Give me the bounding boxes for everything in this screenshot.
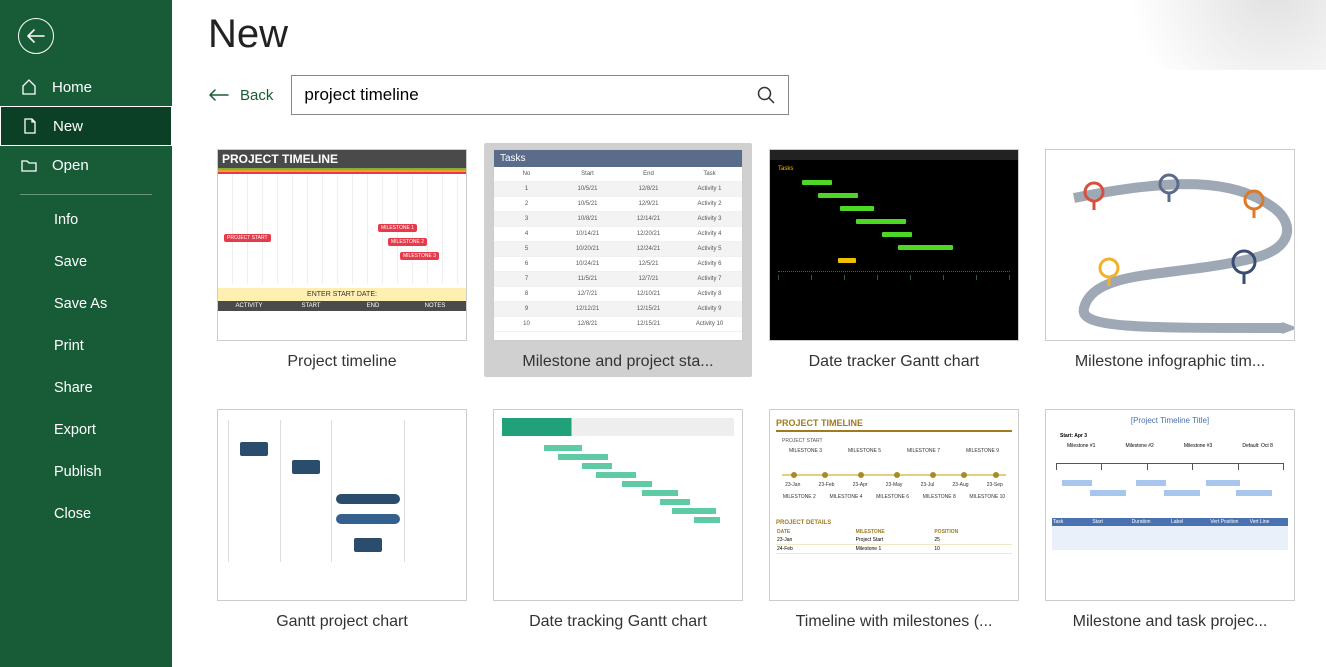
template-gantt-project-chart[interactable]: Gantt project chart <box>208 403 476 637</box>
template-milestone-infographic[interactable]: Milestone infographic tim... <box>1036 143 1304 377</box>
nav-open-label: Open <box>52 157 89 174</box>
template-label: Date tracker Gantt chart <box>809 353 980 371</box>
template-thumb: Tasks NoStartEndTask 110/5/2112/8/21Acti… <box>493 149 743 341</box>
template-date-tracker-gantt[interactable]: Tasks |||||||| Date tracker Gantt chart <box>760 143 1028 377</box>
template-thumb: Tasks |||||||| <box>769 149 1019 341</box>
back-link-label: Back <box>240 87 273 104</box>
template-thumb <box>1045 149 1295 341</box>
infographic-path-icon <box>1054 158 1295 341</box>
template-timeline-with-milestones[interactable]: PROJECT TIMELINE PROJECT START MILESTONE… <box>760 403 1028 637</box>
search-button[interactable] <box>752 81 780 109</box>
nav-save-as[interactable]: Save As <box>0 283 172 325</box>
template-label: Timeline with milestones (... <box>796 613 993 631</box>
home-icon <box>20 78 38 96</box>
template-grid: PROJECT TIMELINE PROJECT START MILESTONE… <box>208 143 1326 637</box>
nav-share[interactable]: Share <box>0 367 172 409</box>
nav-save[interactable]: Save <box>0 241 172 283</box>
template-thumb <box>217 409 467 601</box>
template-label: Milestone and task projec... <box>1073 613 1268 631</box>
template-thumb: [Project Timeline Title] Start: Apr 3 Mi… <box>1045 409 1295 601</box>
template-project-timeline[interactable]: PROJECT TIMELINE PROJECT START MILESTONE… <box>208 143 476 377</box>
back-link[interactable]: Back <box>208 87 273 104</box>
nav-divider <box>20 194 152 195</box>
nav-home-label: Home <box>52 79 92 96</box>
template-thumb: PROJECT TIMELINE PROJECT START MILESTONE… <box>769 409 1019 601</box>
nav-export[interactable]: Export <box>0 409 172 451</box>
backstage-sidebar: Home New Open Info Save Save As Print Sh… <box>0 0 172 667</box>
folder-open-icon <box>20 156 38 174</box>
template-label: Project timeline <box>287 353 396 371</box>
nav-new-label: New <box>53 118 83 135</box>
template-label: Gantt project chart <box>276 613 408 631</box>
arrow-left-icon <box>208 88 230 102</box>
template-date-tracking-gantt[interactable]: Date tracking Gantt chart <box>484 403 752 637</box>
nav-new[interactable]: New <box>0 106 172 146</box>
main-panel: New Back PROJECT TIMELINE <box>172 0 1326 667</box>
nav-open[interactable]: Open <box>0 146 172 184</box>
template-label: Date tracking Gantt chart <box>529 613 707 631</box>
template-milestone-task-project[interactable]: [Project Timeline Title] Start: Apr 3 Mi… <box>1036 403 1304 637</box>
arrow-left-icon <box>26 28 46 44</box>
nav-info[interactable]: Info <box>0 199 172 241</box>
template-label: Milestone and project sta... <box>522 353 713 371</box>
search-box <box>291 75 789 115</box>
nav-print[interactable]: Print <box>0 325 172 367</box>
search-input[interactable] <box>304 85 752 105</box>
nav-home[interactable]: Home <box>0 68 172 106</box>
page-title: New <box>208 12 1326 57</box>
template-milestone-project-status[interactable]: Tasks NoStartEndTask 110/5/2112/8/21Acti… <box>484 143 752 377</box>
back-button[interactable] <box>18 18 54 54</box>
controls-row: Back <box>208 75 1326 115</box>
file-new-icon <box>21 117 39 135</box>
template-thumb <box>493 409 743 601</box>
search-icon <box>756 85 776 105</box>
template-label: Milestone infographic tim... <box>1075 353 1265 371</box>
nav-publish[interactable]: Publish <box>0 451 172 493</box>
template-thumb: PROJECT TIMELINE PROJECT START MILESTONE… <box>217 149 467 341</box>
nav-close[interactable]: Close <box>0 493 172 535</box>
